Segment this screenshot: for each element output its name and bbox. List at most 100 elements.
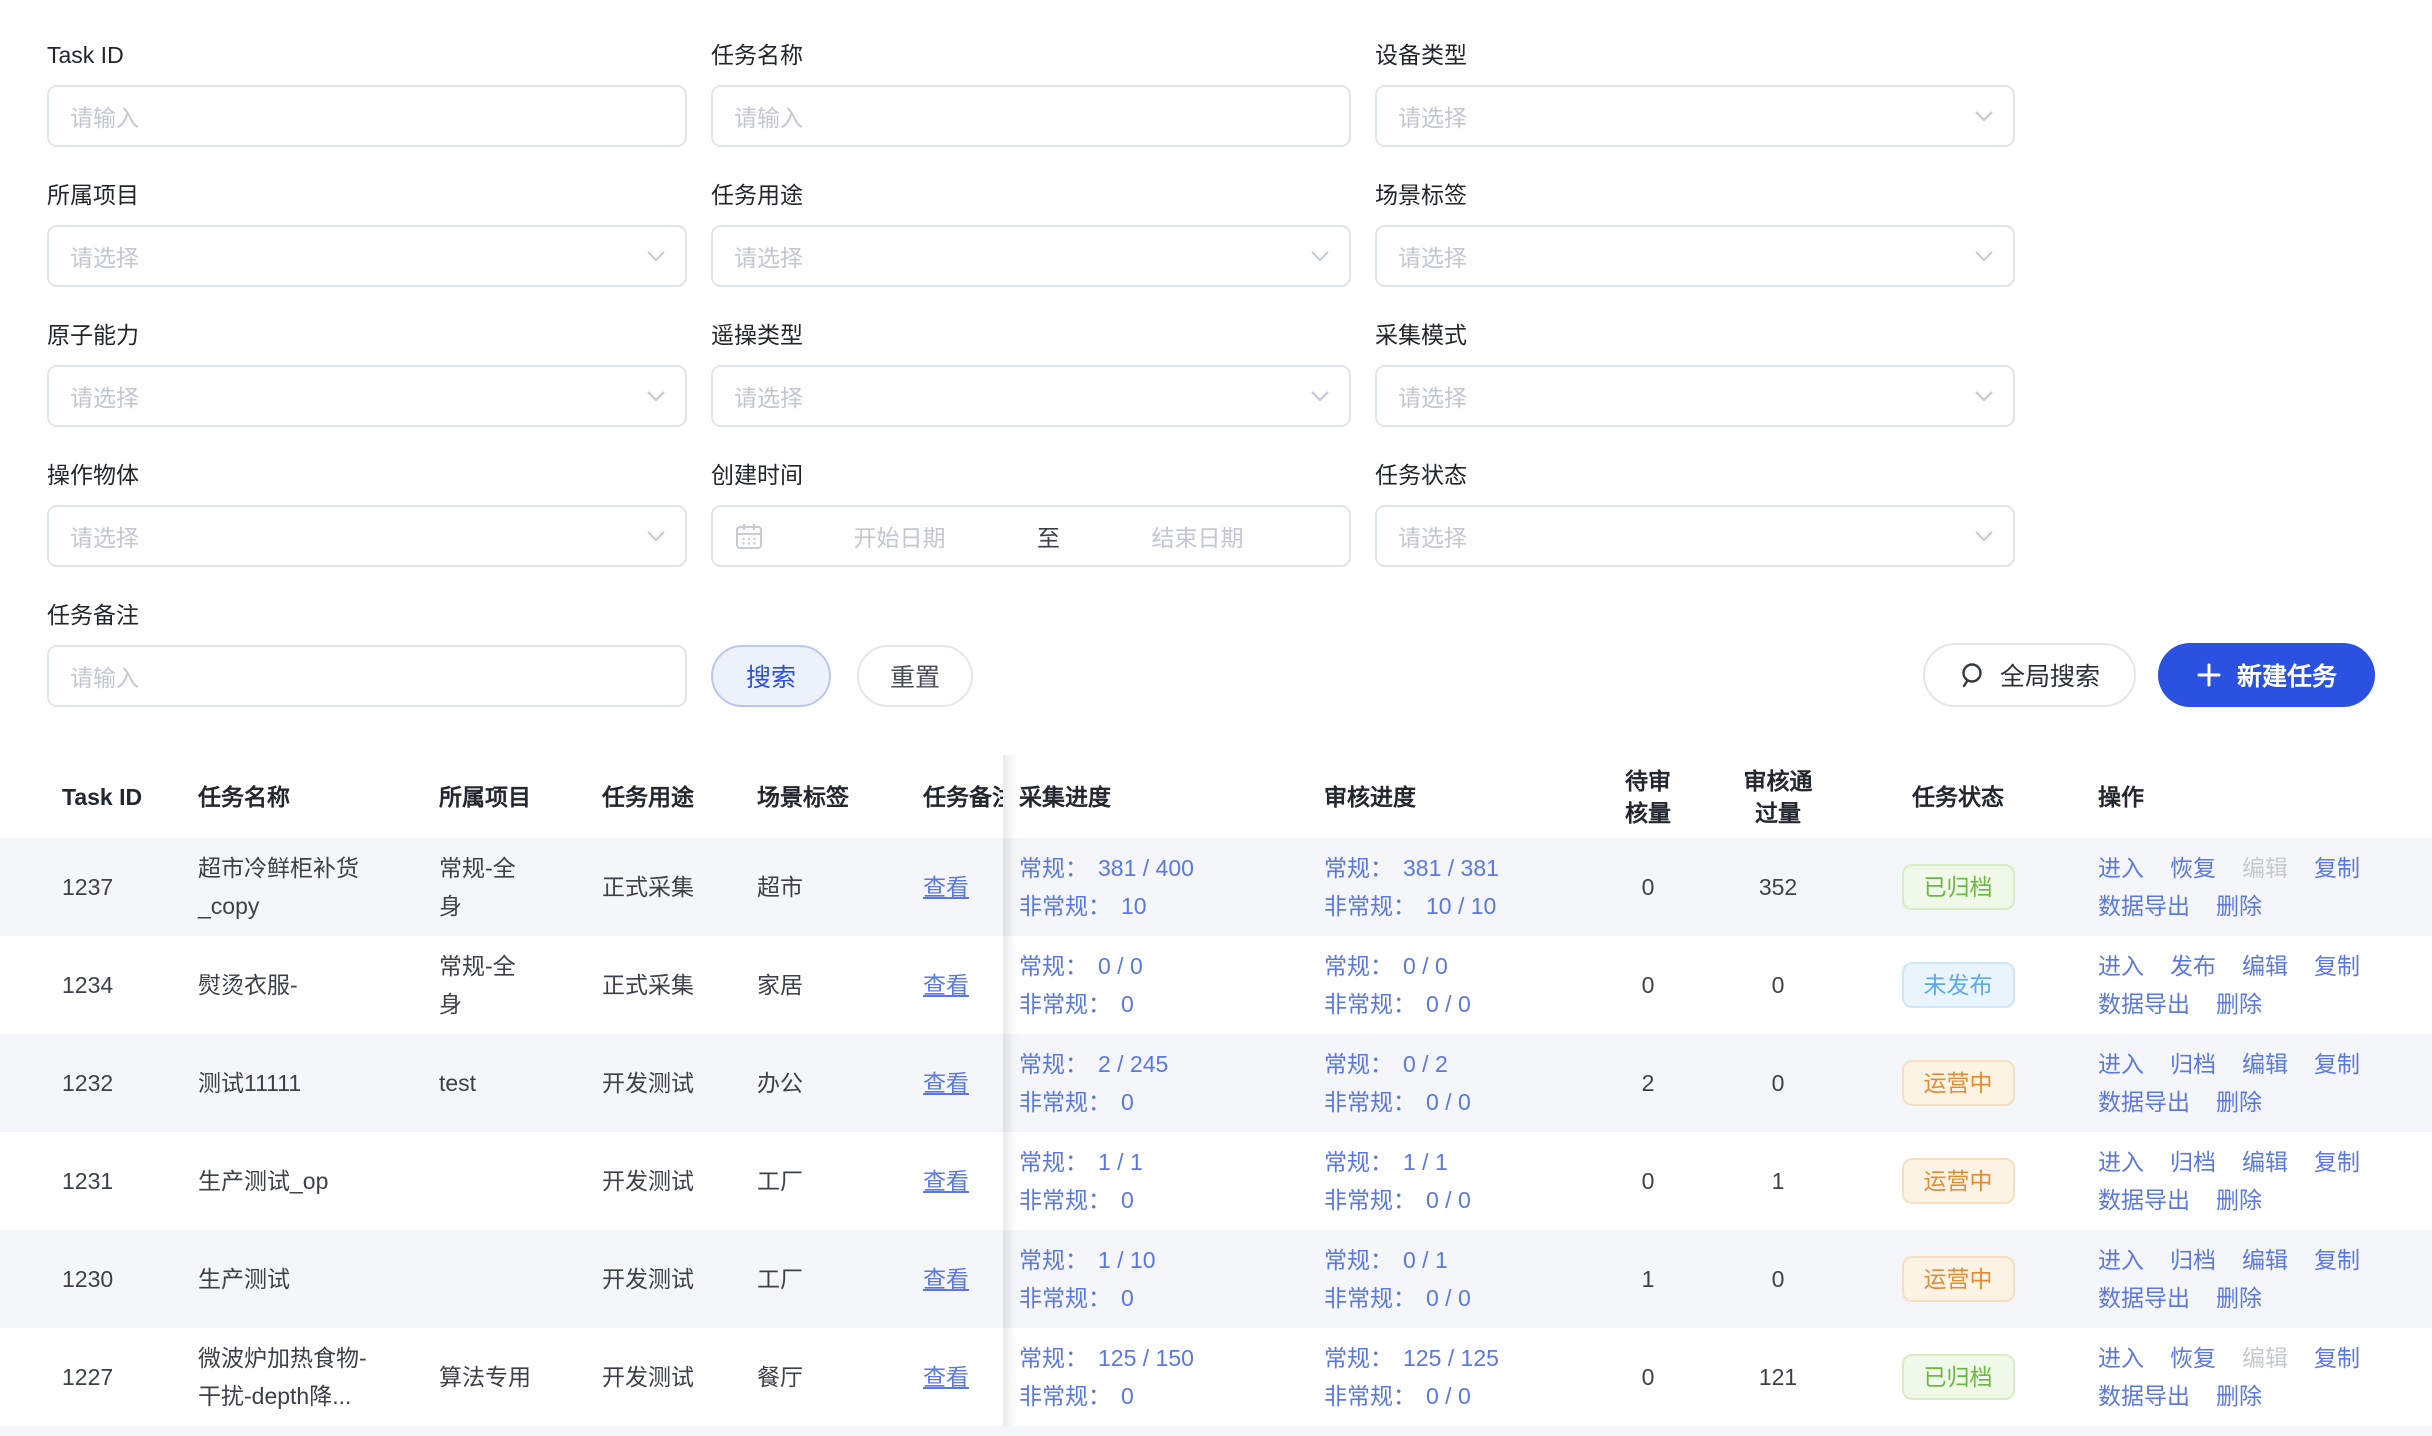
action-link-编辑[interactable]: 编辑 bbox=[2242, 1241, 2288, 1279]
action-link-编辑[interactable]: 编辑 bbox=[2242, 1143, 2288, 1181]
filter-select-project[interactable]: 请选择 bbox=[47, 225, 687, 287]
action-link-数据导出[interactable]: 数据导出 bbox=[2098, 1279, 2190, 1317]
cell-review-progress: 常规：0 / 0非常规：0 / 0 bbox=[1308, 936, 1588, 1034]
cell-review-progress: 常规：1 / 1非常规：0 / 0 bbox=[1308, 1132, 1588, 1230]
filter-label-teleop_type: 遥操类型 bbox=[711, 320, 1351, 350]
progress-label: 常规： bbox=[1019, 1339, 1088, 1377]
filter-daterange-create_time[interactable]: 开始日期至结束日期 bbox=[711, 505, 1351, 567]
action-link-恢复[interactable]: 恢复 bbox=[2170, 849, 2216, 887]
cell-passed-count: 1 bbox=[1708, 1132, 1848, 1230]
progress-value: 0 bbox=[1121, 1377, 1134, 1415]
filter-select-atomic_ability[interactable]: 请选择 bbox=[47, 365, 687, 427]
action-line-1: 进入归档编辑复制 bbox=[2098, 1241, 2432, 1279]
row-fixed-left: 1237超市冷鲜柜补货_copy常规-全身正式采集超市查看 bbox=[0, 838, 1003, 936]
filter-label-task_id: Task ID bbox=[47, 40, 687, 70]
action-link-进入[interactable]: 进入 bbox=[2098, 1045, 2144, 1083]
progress-label: 常规： bbox=[1324, 849, 1393, 887]
action-link-数据导出[interactable]: 数据导出 bbox=[2098, 1083, 2190, 1121]
action-link-发布[interactable]: 发布 bbox=[2170, 947, 2216, 985]
global-search-label: 全局搜索 bbox=[2000, 657, 2100, 693]
filter-field-scene_tag: 场景标签请选择 bbox=[1375, 180, 2015, 287]
action-link-数据导出[interactable]: 数据导出 bbox=[2098, 985, 2190, 1023]
action-link-复制[interactable]: 复制 bbox=[2314, 947, 2360, 985]
header-line: 待审 bbox=[1625, 765, 1671, 797]
cell-review-progress: 常规：0 / 1非常规：0 / 0 bbox=[1308, 1230, 1588, 1328]
filter-select-task_status[interactable]: 请选择 bbox=[1375, 505, 2015, 567]
filter-input-task_id[interactable]: 请输入 bbox=[47, 85, 687, 147]
cell-pending-count: 0 bbox=[1588, 1328, 1708, 1426]
table-header: Task ID任务名称所属项目任务用途场景标签任务备注采集进度审核进度待审核量审… bbox=[0, 755, 2432, 838]
input-placeholder: 请输入 bbox=[70, 659, 139, 693]
filter-select-object[interactable]: 请选择 bbox=[47, 505, 687, 567]
action-link-删除[interactable]: 删除 bbox=[2216, 887, 2262, 925]
view-remark-link[interactable]: 查看 bbox=[923, 1260, 1003, 1298]
cell-task-id: 1230 bbox=[0, 1230, 198, 1328]
action-link-编辑[interactable]: 编辑 bbox=[2242, 947, 2288, 985]
filter-select-teleop_type[interactable]: 请选择 bbox=[711, 365, 1351, 427]
filter-select-scene_tag[interactable]: 请选择 bbox=[1375, 225, 2015, 287]
cell-project: test bbox=[439, 1034, 602, 1132]
view-remark-link[interactable]: 查看 bbox=[923, 868, 1003, 906]
action-link-删除[interactable]: 删除 bbox=[2216, 1083, 2262, 1121]
action-link-数据导出[interactable]: 数据导出 bbox=[2098, 1181, 2190, 1219]
cell-purpose: 开发测试 bbox=[602, 1328, 757, 1426]
progress-label: 非常规： bbox=[1324, 1279, 1416, 1317]
input-placeholder: 请选择 bbox=[734, 379, 803, 413]
task-name-line: 生产测试_op bbox=[198, 1162, 421, 1200]
filter-input-task_name[interactable]: 请输入 bbox=[711, 85, 1351, 147]
filter-select-task_purpose[interactable]: 请选择 bbox=[711, 225, 1351, 287]
action-link-进入[interactable]: 进入 bbox=[2098, 1339, 2144, 1377]
action-link-复制[interactable]: 复制 bbox=[2314, 1045, 2360, 1083]
action-link-数据导出[interactable]: 数据导出 bbox=[2098, 887, 2190, 925]
cell-purpose: 开发测试 bbox=[602, 1132, 757, 1230]
action-link-进入[interactable]: 进入 bbox=[2098, 947, 2144, 985]
filter-label-task_name: 任务名称 bbox=[711, 40, 1351, 70]
action-link-归档[interactable]: 归档 bbox=[2170, 1143, 2216, 1181]
action-link-复制[interactable]: 复制 bbox=[2314, 849, 2360, 887]
task-remark-input[interactable]: 请输入 bbox=[47, 645, 687, 707]
action-link-进入[interactable]: 进入 bbox=[2098, 1143, 2144, 1181]
action-link-删除[interactable]: 删除 bbox=[2216, 1181, 2262, 1219]
progress-value: 0 / 2 bbox=[1403, 1045, 1448, 1083]
progress-value: 0 / 1 bbox=[1403, 1241, 1448, 1279]
filter-select-collect_mode[interactable]: 请选择 bbox=[1375, 365, 2015, 427]
task-name-line: _copy bbox=[198, 887, 421, 925]
task-name-line: 超市冷鲜柜补货 bbox=[198, 849, 421, 887]
view-remark-link[interactable]: 查看 bbox=[923, 966, 1003, 1004]
action-link-复制[interactable]: 复制 bbox=[2314, 1339, 2360, 1377]
action-link-数据导出[interactable]: 数据导出 bbox=[2098, 1377, 2190, 1415]
action-link-删除[interactable]: 删除 bbox=[2216, 1279, 2262, 1317]
search-icon bbox=[1959, 661, 1987, 689]
view-remark-link[interactable]: 查看 bbox=[923, 1162, 1003, 1200]
view-remark-link[interactable]: 查看 bbox=[923, 1064, 1003, 1102]
action-link-编辑[interactable]: 编辑 bbox=[2242, 1045, 2288, 1083]
action-link-删除[interactable]: 删除 bbox=[2216, 985, 2262, 1023]
reset-button[interactable]: 重置 bbox=[857, 645, 973, 707]
search-button[interactable]: 搜索 bbox=[711, 645, 831, 707]
progress-label: 常规： bbox=[1324, 1143, 1393, 1181]
row-fixed-left: 1231生产测试_op开发测试工厂查看 bbox=[0, 1132, 1003, 1230]
action-line-2: 数据导出删除 bbox=[2098, 1181, 2432, 1219]
action-link-复制[interactable]: 复制 bbox=[2314, 1143, 2360, 1181]
action-link-归档[interactable]: 归档 bbox=[2170, 1241, 2216, 1279]
action-link-恢复[interactable]: 恢复 bbox=[2170, 1339, 2216, 1377]
status-badge: 未发布 bbox=[1902, 962, 2015, 1008]
progress-label: 非常规： bbox=[1324, 985, 1416, 1023]
action-link-归档[interactable]: 归档 bbox=[2170, 1045, 2216, 1083]
progress-value: 125 / 125 bbox=[1403, 1339, 1499, 1377]
progress-line-irregular: 非常规：0 / 0 bbox=[1324, 1377, 1588, 1415]
view-remark-link[interactable]: 查看 bbox=[923, 1358, 1003, 1396]
cell-project: 算法专用 bbox=[439, 1328, 602, 1426]
create-task-button[interactable]: 新建任务 bbox=[2158, 643, 2375, 707]
action-link-进入[interactable]: 进入 bbox=[2098, 1241, 2144, 1279]
action-link-复制[interactable]: 复制 bbox=[2314, 1241, 2360, 1279]
action-link-删除[interactable]: 删除 bbox=[2216, 1377, 2262, 1415]
filter-select-device_type[interactable]: 请选择 bbox=[1375, 85, 2015, 147]
progress-value: 381 / 381 bbox=[1403, 849, 1499, 887]
row-scroll-right: 常规：381 / 400非常规：10常规：381 / 381非常规：10 / 1… bbox=[1003, 838, 2432, 936]
progress-label: 常规： bbox=[1019, 849, 1088, 887]
cell-status: 未发布 bbox=[1848, 936, 2068, 1034]
global-search-button[interactable]: 全局搜索 bbox=[1923, 643, 2136, 707]
action-link-进入[interactable]: 进入 bbox=[2098, 849, 2144, 887]
header-line: 任务名称 bbox=[198, 781, 421, 813]
